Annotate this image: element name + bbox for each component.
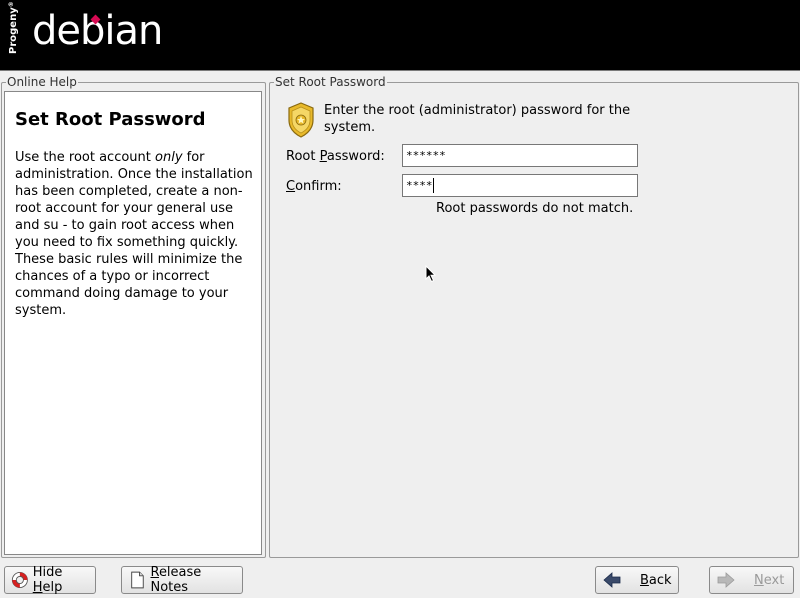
confirm-password-label: Confirm:	[286, 179, 342, 194]
online-help-group: Online Help Set Root Password Use the ro…	[1, 75, 266, 558]
back-button[interactable]: Back	[595, 566, 679, 594]
root-password-frame-title: Set Root Password	[274, 75, 387, 89]
back-arrow-icon	[603, 572, 621, 588]
next-arrow-icon	[717, 572, 735, 588]
password-instruction: Enter the root (administrator) password …	[324, 103, 631, 135]
help-title: Set Root Password	[15, 109, 206, 130]
online-help-panel[interactable]: Set Root Password Use the root account o…	[4, 91, 262, 555]
back-label: Back	[640, 572, 672, 588]
mouse-pointer-icon	[425, 265, 437, 283]
hide-help-button[interactable]: Hide Help	[4, 565, 96, 595]
badge-icon	[288, 102, 314, 138]
text-caret	[433, 178, 434, 193]
progeny-logo-text: Progeny®	[8, 1, 19, 54]
document-icon	[131, 571, 144, 589]
password-mismatch-message: Root passwords do not match.	[436, 201, 634, 216]
release-notes-label: Release Notes	[150, 565, 202, 595]
release-notes-button[interactable]: Release Notes	[121, 565, 243, 595]
confirm-password-field[interactable]	[402, 174, 638, 197]
root-password-label: Root Password:	[286, 149, 385, 164]
root-password-field[interactable]	[402, 144, 638, 167]
next-button[interactable]: Next	[709, 566, 794, 594]
root-password-group: Set Root Password Enter the root (admini…	[269, 75, 799, 558]
help-emphasis: only	[155, 150, 183, 165]
help-body-text: Use the root account only for administra…	[15, 150, 253, 318]
next-label: Next	[754, 572, 785, 588]
debian-logo: debian	[32, 8, 163, 54]
lifebuoy-icon	[11, 572, 28, 588]
header-banner: Progeny® debian	[0, 0, 800, 71]
online-help-frame-title: Online Help	[6, 75, 78, 89]
hide-help-label: Hide Help	[32, 565, 63, 595]
